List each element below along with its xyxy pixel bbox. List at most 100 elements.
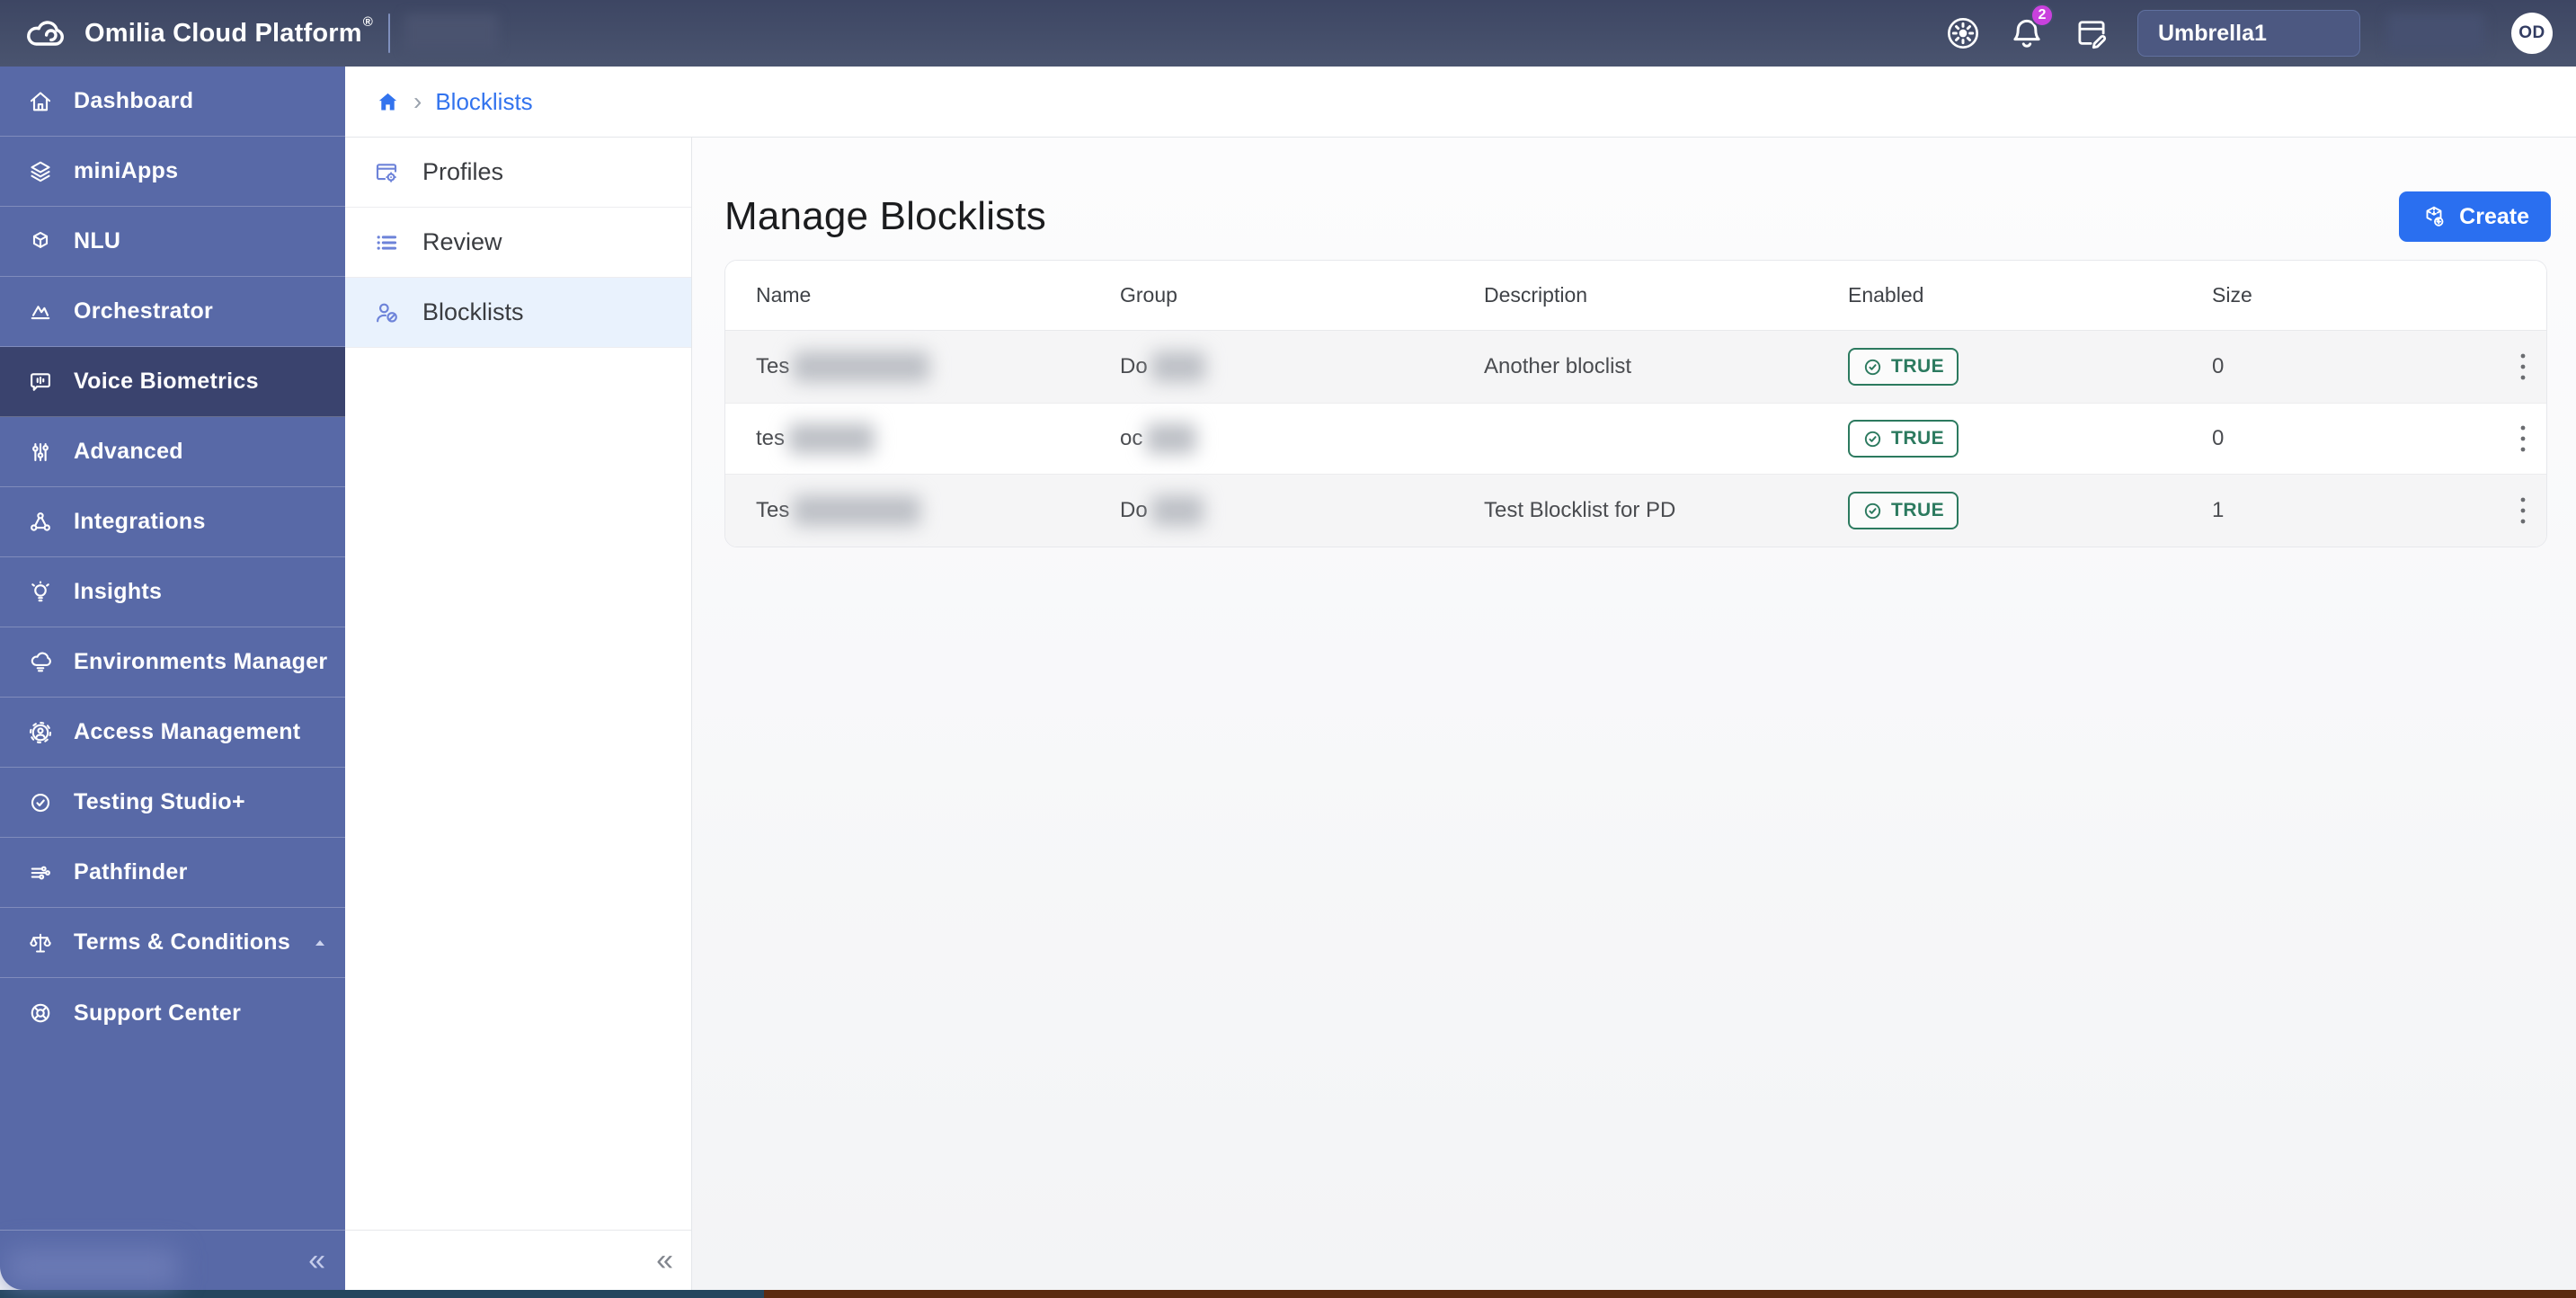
brand: Omilia Cloud Platform® xyxy=(23,13,373,50)
redacted-group xyxy=(1146,423,1197,454)
cell-description: Test Blocklist for PD xyxy=(1484,498,1676,522)
cloud-icon xyxy=(27,649,54,676)
cell-size: 0 xyxy=(2212,354,2225,378)
theme-settings-icon xyxy=(1945,15,1981,51)
cell-group: Do xyxy=(1120,495,1484,526)
sidebar-item-nlu[interactable]: NLU xyxy=(0,207,345,277)
sidebar-item-advanced[interactable]: Advanced xyxy=(0,417,345,487)
release-notes-button[interactable] xyxy=(2073,14,2110,52)
home-icon xyxy=(27,88,54,115)
main-area: › Blocklists Profiles Review Blocklists … xyxy=(345,67,2576,1290)
activity-icon xyxy=(27,298,54,325)
sliders-icon xyxy=(27,439,54,466)
redacted-group xyxy=(1150,351,1205,382)
row-actions-menu-button[interactable] xyxy=(2480,495,2546,526)
release-notes-icon xyxy=(2073,14,2110,52)
row-actions-menu-button[interactable] xyxy=(2480,351,2546,382)
redacted-name xyxy=(788,423,875,454)
circuit-icon xyxy=(27,859,54,886)
redacted-sidebar-footer-text xyxy=(7,1249,178,1286)
org-selector[interactable]: Umbrella1 xyxy=(2137,10,2360,57)
notification-count-badge: 2 xyxy=(2030,4,2054,27)
sidebar: Dashboard miniApps NLU Orchestrator Voic… xyxy=(0,67,345,1290)
user-block-icon xyxy=(372,298,401,327)
theme-settings-button[interactable] xyxy=(1945,15,1981,51)
subnav-footer: « xyxy=(345,1230,691,1290)
cell-group: oc xyxy=(1120,423,1484,454)
table-row[interactable]: Tes Do Another bloclist TRUE 0 xyxy=(725,331,2546,403)
cell-enabled: TRUE xyxy=(1848,348,2212,386)
subnav-item-blocklists[interactable]: Blocklists xyxy=(345,278,691,348)
subnav-item-label: Blocklists xyxy=(422,298,524,325)
cube-plus-icon xyxy=(2421,203,2447,230)
scale-icon xyxy=(27,929,54,956)
column-header-size: Size xyxy=(2212,283,2252,307)
sidebar-item-terms-conditions[interactable]: Terms & Conditions xyxy=(0,908,345,978)
gear-user-icon xyxy=(27,719,54,746)
subnav-collapse-button[interactable]: « xyxy=(656,1245,673,1276)
desktop-edge-strip xyxy=(0,1290,2576,1298)
content: Manage Blocklists Create Name Group Desc… xyxy=(692,138,2576,1290)
column-header-name: Name xyxy=(756,283,812,307)
sidebar-item-pathfinder[interactable]: Pathfinder xyxy=(0,838,345,908)
cell-description: Another bloclist xyxy=(1484,354,1632,378)
lightbulb-icon xyxy=(27,579,54,606)
sidebar-item-access-management[interactable]: Access Management xyxy=(0,698,345,768)
blocklists-table: Name Group Description Enabled Size Tes xyxy=(724,260,2547,547)
breadcrumb-home-icon[interactable] xyxy=(376,90,400,114)
subnav-item-profiles[interactable]: Profiles xyxy=(345,138,691,208)
enabled-badge: TRUE xyxy=(1848,492,1959,529)
sidebar-item-support-center[interactable]: Support Center xyxy=(0,978,345,1048)
topbar: Omilia Cloud Platform® 2 Umbrella1 OD xyxy=(0,0,2576,67)
redacted-topbar-text-right xyxy=(2387,13,2484,53)
sidebar-item-miniapps[interactable]: miniApps xyxy=(0,137,345,207)
cell-group: Do xyxy=(1120,351,1484,382)
chevron-up-icon xyxy=(313,938,327,948)
badge-check-icon xyxy=(27,789,54,816)
sidebar-collapse-button[interactable]: « xyxy=(308,1245,325,1276)
cell-name: tes xyxy=(756,423,1120,454)
cell-name: Tes xyxy=(756,351,1120,382)
sidebar-item-integrations[interactable]: Integrations xyxy=(0,487,345,557)
sidebar-item-testing-studio[interactable]: Testing Studio+ xyxy=(0,768,345,838)
voice-bubble-icon xyxy=(27,369,54,396)
redacted-name xyxy=(793,351,930,382)
create-button[interactable]: Create xyxy=(2399,191,2551,242)
cube-icon xyxy=(27,228,54,255)
sidebar-item-insights[interactable]: Insights xyxy=(0,557,345,627)
breadcrumb-separator: › xyxy=(413,87,422,115)
check-circle-icon xyxy=(1862,501,1883,521)
avatar[interactable]: OD xyxy=(2511,13,2553,54)
app-title: Omilia Cloud Platform® xyxy=(84,13,373,48)
column-header-enabled: Enabled xyxy=(1848,283,1924,307)
layers-icon xyxy=(27,158,54,185)
sidebar-item-environments-manager[interactable]: Environments Manager xyxy=(0,627,345,698)
row-actions-menu-button[interactable] xyxy=(2480,423,2546,454)
table-row[interactable]: Tes Do Test Blocklist for PD TRUE 1 xyxy=(725,475,2546,547)
nodes-icon xyxy=(27,509,54,536)
check-circle-icon xyxy=(1862,429,1883,449)
sidebar-item-voice-biometrics[interactable]: Voice Biometrics xyxy=(0,347,345,417)
subnav-item-label: Review xyxy=(422,228,502,255)
cloud-logo-icon xyxy=(23,16,70,50)
redacted-topbar-text xyxy=(404,14,498,52)
sidebar-footer: « xyxy=(0,1230,345,1290)
sidebar-item-dashboard[interactable]: Dashboard xyxy=(0,67,345,137)
column-header-group: Group xyxy=(1120,283,1177,307)
cell-size: 1 xyxy=(2212,498,2225,522)
sidebar-item-orchestrator[interactable]: Orchestrator xyxy=(0,277,345,347)
notifications-button[interactable]: 2 xyxy=(2008,4,2054,52)
redacted-name xyxy=(793,495,921,526)
table-row[interactable]: tes oc TRUE 0 xyxy=(725,403,2546,475)
cell-size: 0 xyxy=(2212,426,2225,450)
list-icon xyxy=(372,228,401,257)
subnav-item-review[interactable]: Review xyxy=(345,208,691,278)
page-title: Manage Blocklists xyxy=(724,194,1046,238)
subnav: Profiles Review Blocklists « xyxy=(345,138,692,1290)
screen: Omilia Cloud Platform® 2 Umbrella1 OD Da… xyxy=(0,0,2576,1298)
registered-mark: ® xyxy=(362,13,373,30)
topbar-actions: 2 Umbrella1 OD xyxy=(1945,4,2553,57)
check-circle-icon xyxy=(1862,357,1883,378)
cell-enabled: TRUE xyxy=(1848,420,2212,458)
breadcrumb-current[interactable]: Blocklists xyxy=(435,88,532,116)
